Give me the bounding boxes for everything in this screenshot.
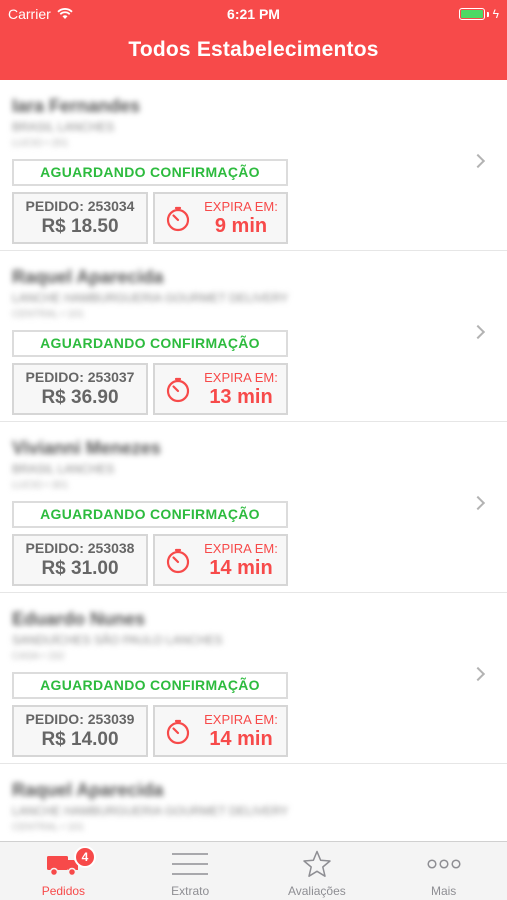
customer-name: Raquel Aparecida [12, 267, 164, 287]
expiry-value: 14 min [209, 557, 273, 579]
order-row[interactable]: Raquel Aparecida LANCHE HAMBURGUERIA GOU… [0, 251, 507, 422]
battery-icon: ϟ [458, 7, 499, 21]
chevron-right-icon[interactable] [470, 495, 486, 511]
order-row[interactable]: Eduardo Nunes SANDUÍCHES SÃO PAULO LANCH… [0, 593, 507, 764]
chevron-right-icon[interactable] [470, 666, 486, 682]
order-status-badge: AGUARDANDO CONFIRMAÇÃO [12, 330, 288, 357]
expiry-label: EXPIRA EM: [204, 370, 278, 385]
order-info-box: PEDIDO: 253037 R$ 36.90 [12, 363, 148, 415]
chevron-right-icon[interactable] [470, 153, 486, 169]
order-row[interactable]: Vivianni Menezes BRASIL LANCHES LUCIO • … [0, 422, 507, 593]
status-time: 6:21 PM [227, 6, 280, 22]
expiry-box: EXPIRA EM: 9 min [153, 192, 288, 244]
tab-pedidos[interactable]: 4 Pedidos [0, 842, 127, 900]
customer-name: Eduardo Nunes [12, 609, 146, 629]
order-number: PEDIDO: 253034 [25, 198, 135, 214]
order-price: R$ 14.00 [41, 729, 119, 750]
expiry-box: EXPIRA EM: 14 min [153, 705, 288, 757]
order-status-badge: AGUARDANDO CONFIRMAÇÃO [12, 159, 288, 186]
expiry-box: EXPIRA EM: 13 min [153, 363, 288, 415]
star-icon [303, 850, 331, 877]
tab-label: Extrato [171, 884, 210, 898]
customer-name: Iara Fernandes [12, 96, 141, 116]
expiry-label: EXPIRA EM: [204, 712, 278, 727]
page-title: Todos Estabelecimentos [128, 38, 379, 61]
timer-icon [166, 206, 190, 232]
order-status-badge: AGUARDANDO CONFIRMAÇÃO [12, 501, 288, 528]
tab-label: Mais [430, 884, 457, 898]
timer-icon [166, 548, 190, 574]
store-name: LANCHE HAMBURGUERIA GOURMET DELIVERY [12, 291, 289, 305]
charging-icon: ϟ [492, 7, 499, 21]
store-name: LANCHE HAMBURGUERIA GOURMET DELIVERY [12, 804, 289, 818]
expiry-label: EXPIRA EM: [204, 541, 278, 556]
tab-label: Pedidos [41, 884, 86, 898]
timer-icon [166, 719, 190, 745]
notification-badge: 4 [74, 846, 96, 868]
store-name: BRASIL LANCHES [12, 462, 115, 476]
tab-avaliacoes[interactable]: Avaliações [254, 842, 381, 900]
order-number: PEDIDO: 253039 [25, 711, 135, 727]
tab-label: Avaliações [287, 884, 346, 898]
customer-name: Raquel Aparecida [12, 780, 164, 800]
expiry-value: 9 min [214, 215, 268, 237]
store-name: SANDUÍCHES SÃO PAULO LANCHES [12, 633, 223, 647]
expiry-box: EXPIRA EM: 14 min [153, 534, 288, 586]
order-row[interactable]: Raquel Aparecida LANCHE HAMBURGUERIA GOU… [0, 764, 507, 841]
menu-lines-icon [172, 853, 209, 875]
tab-mais[interactable]: Mais [380, 842, 507, 900]
tab-extrato[interactable]: Extrato [127, 842, 254, 900]
chevron-right-icon[interactable] [470, 324, 486, 340]
tab-bar: 4 Pedidos Extrato Avaliações Mais [0, 841, 507, 900]
order-number: PEDIDO: 253037 [25, 369, 135, 385]
expiry-label: EXPIRA EM: [204, 199, 278, 214]
order-info-box: PEDIDO: 253038 R$ 31.00 [12, 534, 148, 586]
customer-name: Vivianni Menezes [12, 438, 161, 458]
more-dots-icon [427, 859, 461, 869]
address-line: CASA • 152 [12, 651, 65, 662]
order-info-box: PEDIDO: 253039 R$ 14.00 [12, 705, 148, 757]
order-price: R$ 36.90 [41, 387, 119, 408]
address-line: LUCIO • 201 [12, 138, 69, 149]
order-price: R$ 31.00 [41, 558, 119, 579]
store-name: BRASIL LANCHES [12, 120, 115, 134]
timer-icon [166, 377, 190, 403]
order-status-badge: AGUARDANDO CONFIRMAÇÃO [12, 672, 288, 699]
address-line: LUCIO • 301 [12, 480, 69, 491]
status-bar: Carrier 6:21 PM ϟ [0, 0, 507, 28]
order-row[interactable]: Iara Fernandes BRASIL LANCHES LUCIO • 20… [0, 80, 507, 251]
app-header: Carrier 6:21 PM ϟ Todos Estabelecimentos [0, 0, 507, 80]
expiry-value: 13 min [209, 386, 273, 408]
orders-list[interactable]: Iara Fernandes BRASIL LANCHES LUCIO • 20… [0, 80, 507, 841]
order-number: PEDIDO: 253038 [25, 540, 135, 556]
address-line: CENTRAL • 101 [12, 309, 85, 320]
order-info-box: PEDIDO: 253034 R$ 18.50 [12, 192, 148, 244]
address-line: CENTRAL • 101 [12, 822, 85, 833]
order-price: R$ 18.50 [41, 216, 119, 237]
expiry-value: 14 min [209, 728, 273, 750]
